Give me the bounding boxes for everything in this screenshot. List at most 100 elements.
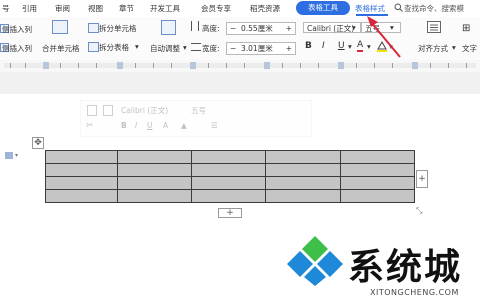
mini-font-size[interactable]: 五号 [191,105,206,116]
table-cell[interactable] [117,163,192,177]
table-cell[interactable] [117,176,192,190]
ruler-tick [318,63,319,68]
menu-item-section[interactable]: 章节 [119,3,134,14]
merge-cells-button[interactable]: 合并单元格 [42,43,80,54]
autofit-icon [161,20,176,35]
mini-font-name[interactable]: Calibri (正文) [121,105,168,116]
table-resize-handle-icon[interactable]: ⤡ [416,206,422,216]
split-table-dropdown-icon[interactable]: ▾ [135,42,139,51]
row-height-icon [191,21,199,31]
font-name-dropdown-icon[interactable]: ▾ [352,23,356,32]
ruler-tick [153,63,154,68]
width-stepper[interactable]: − 3.01厘米 + [226,42,296,55]
ruler-marker[interactable] [43,62,49,69]
align-button[interactable]: 对齐方式 [418,43,448,54]
table-move-handle-icon[interactable]: ✥ [32,137,44,149]
table-cell[interactable] [190,150,267,164]
floating-format-toolbar[interactable]: Calibri (正文) 五号 ✂ B I U A ▲ ☰ [80,100,312,137]
table-cell[interactable] [265,150,341,164]
ruler-tick [96,63,97,68]
table-cell[interactable] [190,163,267,177]
table-cell[interactable] [44,150,119,164]
table-cell[interactable] [117,189,192,203]
height-stepper[interactable]: − 0.55厘米 + [226,22,296,35]
ruler-marker[interactable] [264,62,270,69]
underline-dropdown-icon[interactable]: ▾ [348,42,352,51]
text-direction-icon: ⊞ [462,23,471,34]
page-gap [0,72,480,94]
mini-underline-icon[interactable]: U [147,121,153,130]
mini-italic-icon[interactable]: I [135,121,137,130]
ruler-tick [448,63,449,68]
cut-icon[interactable]: ✂ [86,121,94,131]
table-cell[interactable] [44,176,119,190]
table-cell[interactable] [339,163,416,177]
ruler-marker[interactable] [117,62,123,69]
paragraph-marker-icon[interactable] [5,152,13,159]
table-cell[interactable] [265,189,341,203]
height-increase-button[interactable]: + [286,23,292,34]
split-table-button[interactable]: 拆分表格 [99,42,129,53]
menu-item-view[interactable]: 视图 [88,3,103,14]
ruler-tick [466,63,467,68]
width-decrease-button[interactable]: − [230,43,236,54]
menu-item-ref[interactable]: 引用 [22,3,37,14]
watermark-logo-icon [287,236,343,286]
italic-icon[interactable]: I [322,41,325,51]
command-search[interactable]: 查找命令、搜索模 [404,3,464,14]
table-cell[interactable] [265,176,341,190]
watermark-text: 系统城 [348,246,463,288]
height-decrease-button[interactable]: − [230,23,236,34]
annotation-arrow-icon [367,16,401,58]
split-cells-button[interactable]: 拆分单元格 [99,23,137,34]
table-cell[interactable] [117,150,192,164]
table-cell[interactable] [44,189,119,203]
width-increase-button[interactable]: + [286,43,292,54]
autofit-button[interactable]: 自动调整 [150,43,180,54]
ruler-marker[interactable] [338,62,344,69]
table-cell[interactable] [339,176,416,190]
table-row [44,176,416,190]
menu-item-review[interactable]: 审阅 [55,3,70,14]
add-row-button[interactable]: + [218,208,242,218]
mini-font-color-icon[interactable]: A [163,121,168,130]
menu-item-member[interactable]: 会员专享 [201,3,231,14]
table-row [44,189,416,203]
col-width-icon [191,43,201,51]
table-cell[interactable] [339,150,416,164]
underline-icon[interactable]: U [338,41,345,51]
table-cell[interactable] [190,176,267,190]
mini-list-icon[interactable]: ☰ [211,121,218,130]
menu-item-0[interactable]: 号 [2,3,10,14]
add-column-button[interactable]: + [416,170,428,188]
ruler-tick [282,63,283,68]
table-cell[interactable] [190,189,267,203]
ruler-tick [135,63,136,68]
insert-col-left-button[interactable]: 侧插入列 [2,24,32,35]
watermark-url: XITONGCHENG.COM [370,288,459,297]
table-cell[interactable] [44,163,119,177]
table-row [44,150,416,164]
tab-table-tools[interactable]: 表格工具 [296,1,350,15]
split-cells-icon [88,23,99,33]
paragraph-marker-dropdown-icon[interactable]: ▾ [15,152,18,159]
document-table[interactable] [44,150,416,203]
ribbon: 侧插入列 侧插入列 合并单元格 拆分单元格 拆分表格 ▾ 自动调整 ▾ 高度: … [0,16,480,61]
bold-icon[interactable]: B [305,41,312,51]
menu-item-docer[interactable]: 稻壳资源 [250,3,280,14]
text-direction-button[interactable]: 文字 [462,43,477,54]
copy-icon[interactable] [87,105,97,116]
paste-icon[interactable] [103,105,113,116]
table-cell[interactable] [339,189,416,203]
table-row [44,163,416,177]
ruler-marker[interactable] [190,62,196,69]
mini-highlight-icon[interactable]: ▲ [181,121,187,130]
align-dropdown-icon[interactable]: ▾ [452,43,456,52]
mini-bold-icon[interactable]: B [121,121,127,130]
ruler-tick [244,63,245,68]
menu-item-devtools[interactable]: 开发工具 [150,3,180,14]
insert-col-right-button[interactable]: 侧插入列 [2,43,32,54]
autofit-dropdown-icon[interactable]: ▾ [183,43,187,52]
ruler-marker[interactable] [412,62,418,69]
table-cell[interactable] [265,163,341,177]
